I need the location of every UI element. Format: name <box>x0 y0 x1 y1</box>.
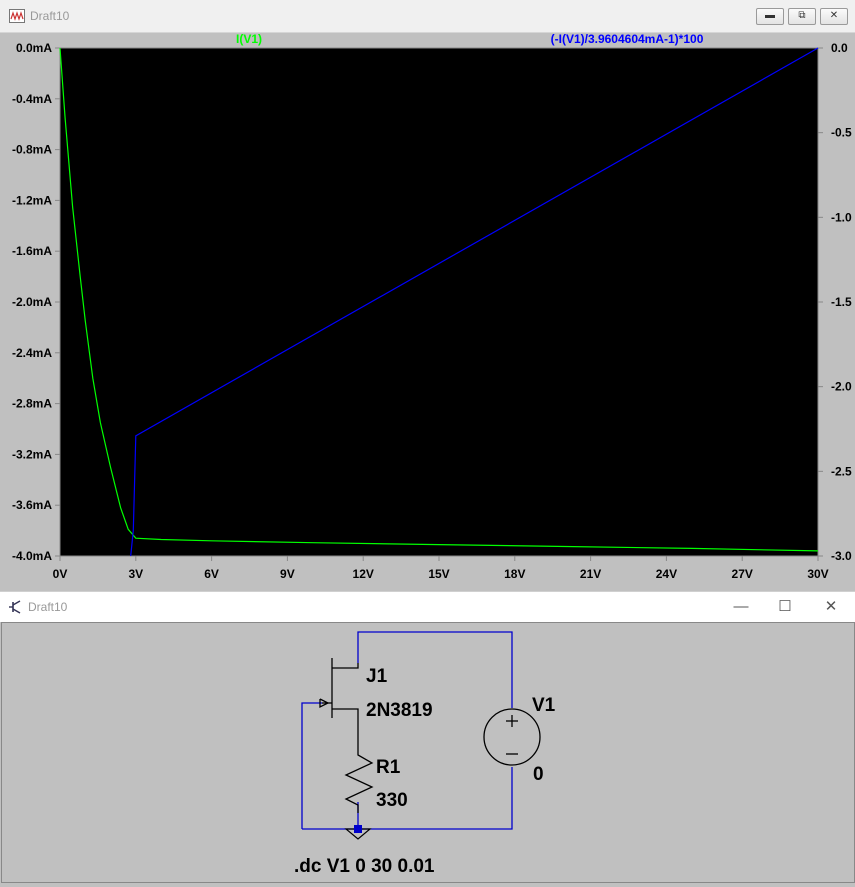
left-tick-label: -2.8mA <box>12 397 52 411</box>
waveform-plot[interactable]: 0V 3V 6V 9V 12V 15V 18V 21V 24V 27V 30V 0.0mA -0.4mA… <box>0 33 855 585</box>
resistor-reference[interactable]: R1 <box>376 757 401 778</box>
right-tick-label: -1.0 <box>831 210 852 224</box>
x-tick-label: 12V <box>353 567 374 581</box>
restore-button[interactable]: ⧉ <box>788 8 816 25</box>
close-button[interactable]: ✕ <box>820 8 848 25</box>
resistor-value[interactable]: 330 <box>376 790 408 811</box>
left-tick-label: -4.0mA <box>12 549 52 563</box>
x-tick-label: 6V <box>204 567 219 581</box>
x-tick-label: 0V <box>53 567 68 581</box>
schematic-window-title: Draft10 <box>28 600 68 614</box>
jfet-reference[interactable]: J1 <box>366 666 388 687</box>
right-tick-label: -2.5 <box>831 464 852 478</box>
x-tick-label: 24V <box>656 567 677 581</box>
x-tick-label: 18V <box>504 567 525 581</box>
right-tick-label: -1.5 <box>831 295 852 309</box>
plot-window-title: Draft10 <box>30 9 70 23</box>
x-tick-label: 30V <box>807 567 828 581</box>
x-tick-label: 3V <box>128 567 143 581</box>
right-tick-label: 0.0 <box>831 41 848 55</box>
left-tick-label: -3.2mA <box>12 447 52 461</box>
voltage-source-v1[interactable] <box>483 708 541 766</box>
legend-series-2[interactable]: (-I(V1)/3.9604604mA-1)*100 <box>551 33 704 46</box>
waveform-icon <box>9 9 25 23</box>
left-tick-label: -0.8mA <box>12 143 52 157</box>
schematic-canvas[interactable]: J1 2N3819 R1 330 V1 0 .dc V1 0 30 0.01 <box>1 622 855 883</box>
source-value[interactable]: 0 <box>533 764 544 785</box>
x-tick-label: 15V <box>428 567 449 581</box>
close-button[interactable]: ✕ <box>808 595 854 619</box>
right-tick-label: -2.0 <box>831 380 852 394</box>
left-tick-label: -1.6mA <box>12 244 52 258</box>
right-tick-label: -0.5 <box>831 126 852 140</box>
spice-directive[interactable]: .dc V1 0 30 0.01 <box>294 856 435 877</box>
x-tick-label: 21V <box>580 567 601 581</box>
left-tick-label: 0.0mA <box>16 41 52 55</box>
plot-area[interactable] <box>60 48 818 556</box>
source-reference[interactable]: V1 <box>532 695 556 716</box>
minimize-button[interactable]: ▬ <box>756 8 784 25</box>
x-tick-label: 9V <box>280 567 295 581</box>
jfet-j1[interactable] <box>319 658 359 741</box>
left-tick-label: -2.0mA <box>12 295 52 309</box>
x-tick-label: 27V <box>732 567 753 581</box>
left-tick-label: -3.6mA <box>12 498 52 512</box>
plot-window: Draft10 ▬ ⧉ ✕ 0V 3V 6V 9V 12V 15V 18V 21V 24V 27V… <box>0 0 855 585</box>
left-tick-label: -0.4mA <box>12 92 52 106</box>
right-tick-label: -3.0 <box>831 549 852 563</box>
jfet-model[interactable]: 2N3819 <box>366 700 433 721</box>
schematic-window-titlebar[interactable]: Draft10 — ☐ ✕ <box>0 591 855 622</box>
left-tick-label: -1.2mA <box>12 193 52 207</box>
resistor-r1[interactable] <box>344 741 374 813</box>
transistor-icon <box>9 600 21 614</box>
left-tick-label: -2.4mA <box>12 346 52 360</box>
ground-icon[interactable] <box>344 825 372 840</box>
minimize-button[interactable]: — <box>718 595 764 619</box>
legend-series-1[interactable]: I(V1) <box>236 33 262 46</box>
schematic-window: Draft10 — ☐ ✕ J1 2N3819 R1 330 V1 0 .dc … <box>0 591 855 883</box>
plot-window-titlebar[interactable]: Draft10 ▬ ⧉ ✕ <box>0 0 855 33</box>
maximize-button[interactable]: ☐ <box>762 595 808 619</box>
